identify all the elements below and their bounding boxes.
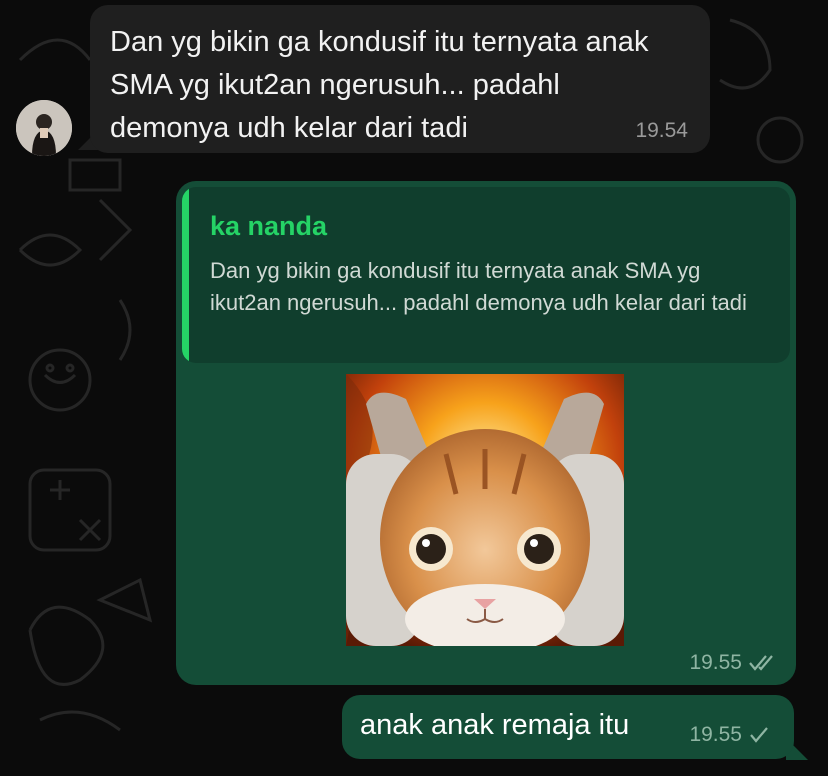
quoted-sender-name: ka nanda (210, 211, 328, 241)
quoted-message[interactable]: ka nanda Dan yg bikin ga kondusif itu te… (182, 187, 790, 363)
quote-accent-bar (182, 187, 189, 363)
contact-avatar[interactable] (16, 100, 72, 156)
incoming-message-time: 19.54 (635, 119, 688, 142)
incoming-message-text: Dan yg bikin ga kondusif itu ternyata an… (110, 26, 649, 144)
quoted-message-text: Dan yg bikin ga kondusif itu ternyata an… (210, 258, 747, 315)
reply-message-meta: 19.55 (689, 651, 776, 675)
outgoing-message-meta: 19.55 (689, 723, 770, 747)
double-check-icon (749, 655, 773, 671)
person-silhouette-icon (16, 100, 72, 156)
reply-message-time: 19.55 (689, 651, 742, 674)
outgoing-message-time: 19.55 (689, 723, 742, 746)
reply-message-bubble[interactable]: ka nanda Dan yg bikin ga kondusif itu te… (176, 181, 796, 685)
incoming-message-bubble[interactable]: Dan yg bikin ga kondusif itu ternyata an… (90, 5, 710, 153)
cat-sticker-image[interactable] (346, 374, 624, 646)
check-icon (750, 727, 768, 743)
outgoing-message-bubble[interactable]: anak anak remaja itu 19.55 (342, 695, 794, 759)
